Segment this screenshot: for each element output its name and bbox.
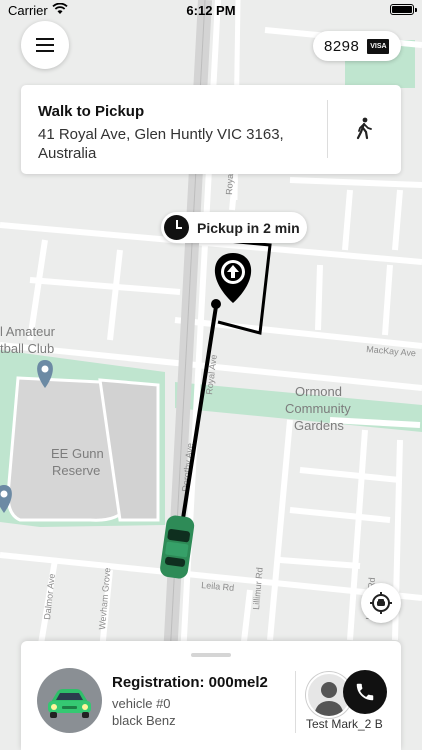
menu-button[interactable] bbox=[21, 21, 69, 69]
walking-person-icon[interactable] bbox=[351, 116, 377, 142]
trip-bottom-sheet[interactable]: Registration: 000mel2 vehicle #0 black B… bbox=[21, 641, 401, 750]
map-label-club: tball Club bbox=[0, 341, 54, 356]
divider bbox=[295, 671, 296, 733]
map-label-ormond-3: Gardens bbox=[294, 418, 344, 433]
map-label-ormond-1: Ormond bbox=[295, 384, 342, 399]
map-label-ormond-2: Community bbox=[285, 401, 351, 416]
locate-car-icon bbox=[370, 592, 392, 614]
clock-icon bbox=[164, 215, 189, 240]
status-bar: Carrier 6:12 PM bbox=[0, 0, 422, 22]
walk-title: Walk to Pickup bbox=[38, 103, 145, 120]
phone-icon bbox=[356, 683, 374, 701]
pickup-eta-chip: Pickup in 2 min bbox=[161, 212, 307, 243]
car-front-icon bbox=[48, 689, 91, 718]
recenter-button[interactable] bbox=[361, 583, 401, 623]
vehicle-number: vehicle #0 bbox=[112, 696, 171, 711]
map-label-amateur: l Amateur bbox=[0, 324, 56, 339]
driver-name: Test Mark_2 B bbox=[306, 717, 383, 731]
map-label-reserve-1: EE Gunn bbox=[51, 446, 104, 461]
vehicle-model: black Benz bbox=[112, 713, 176, 728]
divider bbox=[327, 100, 328, 158]
sheet-grabber[interactable] bbox=[191, 653, 231, 657]
walk-to-pickup-card[interactable]: Walk to Pickup 41 Royal Ave, Glen Huntly… bbox=[21, 85, 401, 174]
clock-time: 6:12 PM bbox=[186, 3, 236, 18]
battery-icon bbox=[390, 4, 417, 15]
map-label-royal-top: Royal bbox=[224, 172, 235, 196]
card-digits: 8298 bbox=[324, 37, 360, 55]
visa-card-icon: VISA bbox=[367, 38, 390, 54]
pickup-eta-text: Pickup in 2 min bbox=[197, 220, 300, 236]
call-driver-button[interactable] bbox=[343, 670, 387, 714]
vehicle-avatar bbox=[37, 668, 102, 733]
registration-label: Registration: 000mel2 bbox=[112, 674, 268, 691]
pickup-address: 41 Royal Ave, Glen Huntly VIC 3163, Aust… bbox=[38, 126, 284, 162]
payment-method-pill[interactable]: 8298 VISA bbox=[313, 31, 401, 61]
hamburger-icon bbox=[36, 38, 54, 52]
map-label-reserve-2: Reserve bbox=[52, 463, 100, 478]
